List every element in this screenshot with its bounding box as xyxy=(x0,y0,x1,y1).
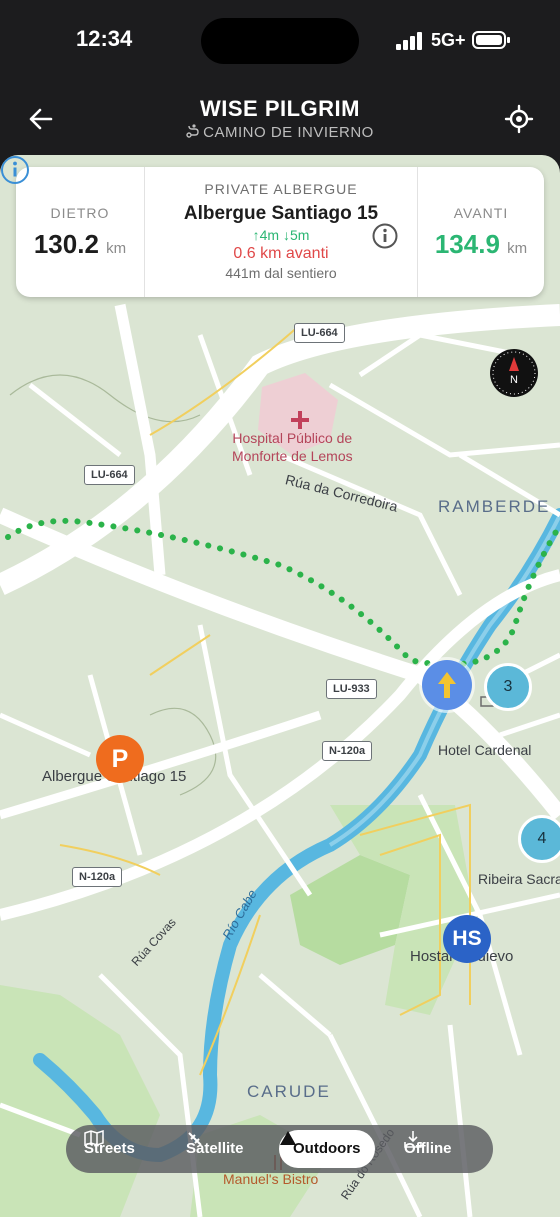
district-ramberde: RAMBERDE xyxy=(438,497,551,516)
ahead-unit: km xyxy=(507,240,528,257)
distance-ahead: AVANTI 134.9 km xyxy=(417,167,544,297)
road-lu664-top: LU-664 xyxy=(294,323,345,343)
elevation-up: ↑4m xyxy=(252,227,280,243)
road-n120a-1: N-120a xyxy=(322,741,373,761)
hospital-label: Hospital Público de Monforte de Lemos xyxy=(232,429,353,465)
road-lu664-left: LU-664 xyxy=(84,465,135,485)
layer-offline[interactable]: Offline xyxy=(404,1130,452,1168)
locate-icon[interactable] xyxy=(504,104,534,134)
poi-off-trail: 441m dal sentiero xyxy=(225,265,337,281)
header: WISE PILGRIM CAMINO DE INVIERNO xyxy=(0,84,560,156)
behind-unit: km xyxy=(106,240,127,257)
albergue-marker[interactable]: P xyxy=(96,735,144,783)
compass-letter: N xyxy=(510,374,518,386)
poi-name: Albergue Santiago 15 xyxy=(183,203,379,224)
network-label: 5G+ xyxy=(431,30,466,50)
poi-cluster-4[interactable]: 4 xyxy=(518,815,560,863)
road-n120a-2: N-120a xyxy=(72,867,123,887)
hostal-marker[interactable]: HS xyxy=(443,915,491,963)
route-subtitle: CAMINO DE INVIERNO xyxy=(0,124,560,141)
poi-cluster-3[interactable]: 3 xyxy=(484,663,532,711)
map-info-icon[interactable] xyxy=(0,155,30,185)
satellite-icon xyxy=(188,1132,202,1146)
hospital-label-line1: Hospital Público de xyxy=(232,430,353,446)
ahead-number: 134.9 xyxy=(434,229,500,259)
compass-icon: N xyxy=(492,351,536,395)
elevation-down: ↓5m xyxy=(282,227,310,243)
download-icon xyxy=(404,1131,422,1148)
map-view[interactable]: LU-664 LU-664 LU-933 N-120a N-120a Hospi… xyxy=(0,155,560,1217)
manuels-bistro-label: Manuel's Bistro xyxy=(223,1171,319,1187)
layer-streets[interactable]: Streets xyxy=(84,1130,135,1168)
district-carude: CARUDE xyxy=(247,1082,331,1101)
compass-button[interactable]: N xyxy=(490,349,538,397)
behind-number: 130.2 xyxy=(33,229,99,259)
direction-arrow-icon xyxy=(438,672,456,698)
route-icon xyxy=(186,124,199,138)
behind-label: DIETRO xyxy=(50,205,110,221)
ribeira-sacra-label: Ribeira Sacra xyxy=(478,871,560,887)
map-canvas[interactable] xyxy=(0,155,560,1217)
hotel-cardenal-label: Hotel Cardenal xyxy=(438,742,532,758)
status-bar: 12:34 5G+ xyxy=(0,0,560,84)
current-position-marker[interactable] xyxy=(422,660,472,710)
behind-value: 130.2 km xyxy=(16,229,144,260)
ahead-label: AVANTI xyxy=(453,205,509,221)
hospital-label-line2: Monforte de Lemos xyxy=(232,448,353,464)
road-lu933: LU-933 xyxy=(326,679,377,699)
dynamic-island xyxy=(201,18,359,64)
layer-satellite[interactable]: Satellite xyxy=(186,1130,244,1168)
ahead-value: 134.9 km xyxy=(418,229,544,260)
mountain-icon xyxy=(280,1131,296,1145)
layer-outdoors[interactable]: Outdoors xyxy=(279,1130,375,1168)
signal-icon xyxy=(396,32,422,50)
status-time: 12:34 xyxy=(76,26,133,51)
info-icon[interactable] xyxy=(372,223,398,249)
poi-category: PRIVATE ALBERGUE xyxy=(204,181,358,197)
battery-icon xyxy=(472,31,510,49)
map-icon xyxy=(84,1130,104,1146)
page-title: WISE PILGRIM xyxy=(200,96,360,121)
poi-info-card[interactable]: DIETRO 130.2 km PRIVATE ALBERGUE Albergu… xyxy=(16,167,544,297)
route-name: CAMINO DE INVIERNO xyxy=(203,124,374,141)
map-layer-switcher: Streets Satellite Outdoors Offline xyxy=(66,1125,493,1173)
layer-outdoors-label: Outdoors xyxy=(293,1140,361,1157)
distance-behind: DIETRO 130.2 km xyxy=(16,167,145,297)
